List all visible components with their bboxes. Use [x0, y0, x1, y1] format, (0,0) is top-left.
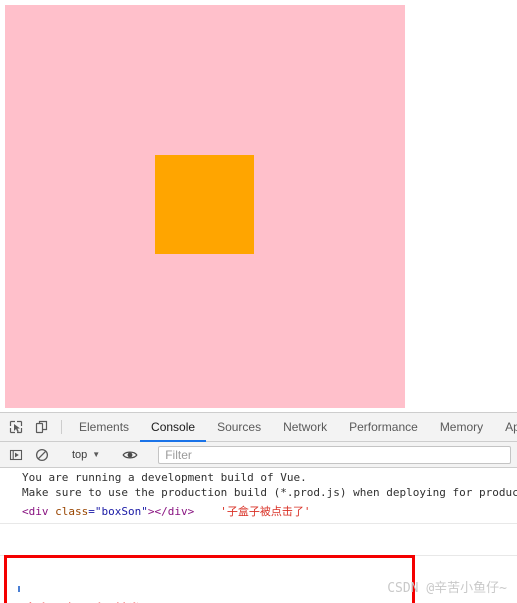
- tab-sources[interactable]: Sources: [206, 413, 272, 442]
- parent-pink-box[interactable]: [5, 5, 405, 408]
- tab-elements[interactable]: Elements: [68, 413, 140, 442]
- console-caret: [18, 586, 20, 592]
- console-output-area[interactable]: You are running a development build of V…: [0, 468, 517, 603]
- console-empty-row: [0, 524, 517, 556]
- element-closing-tag: </div>: [154, 505, 195, 518]
- filter-placeholder: Filter: [165, 447, 192, 462]
- live-expression-icon[interactable]: [117, 448, 143, 462]
- tab-application[interactable]: Ap: [494, 413, 517, 442]
- tab-performance[interactable]: Performance: [338, 413, 429, 442]
- element-attr-name: class: [48, 505, 89, 518]
- child-orange-box[interactable]: [155, 155, 254, 254]
- toolbar-divider: [61, 420, 62, 434]
- execute-sidebar-icon[interactable]: [3, 448, 29, 462]
- element-tag-open: <div: [22, 505, 49, 518]
- watermark: CSDN @辛苦小鱼仔~: [387, 581, 507, 596]
- console-warning-message: You are running a development build of V…: [0, 468, 517, 500]
- annotation-highlight-box: [4, 555, 415, 603]
- console-filter-toolbar: top ▼ Filter: [0, 442, 517, 468]
- device-toolbar-icon[interactable]: [29, 413, 55, 441]
- tab-network[interactable]: Network: [272, 413, 338, 442]
- tab-console[interactable]: Console: [140, 413, 207, 442]
- warning-line-1: You are running a development build of V…: [22, 471, 307, 484]
- chevron-down-icon: ▼: [92, 450, 101, 459]
- console-filter-input[interactable]: Filter: [158, 445, 511, 464]
- console-log-entry[interactable]: <div class="boxSon"></div> '子盒子被点击了': [0, 500, 517, 524]
- element-attr-value: ="boxSon": [88, 505, 148, 518]
- devtools-tabbar: Elements Console Sources Network Perform…: [0, 413, 517, 442]
- devtools-panel: Elements Console Sources Network Perform…: [0, 412, 517, 603]
- warning-line-2: Make sure to use the production build (*…: [22, 486, 517, 499]
- logged-string-value: '子盒子被点击了': [220, 505, 311, 518]
- tab-memory[interactable]: Memory: [429, 413, 494, 442]
- clear-console-icon[interactable]: [29, 448, 55, 462]
- console-context-label: top: [72, 448, 88, 461]
- inspect-element-icon[interactable]: [3, 413, 29, 441]
- console-context-selector[interactable]: top ▼: [68, 449, 104, 461]
- browser-page-viewport: [0, 0, 517, 412]
- annotation-text: 点击子盒子时，触发e.stopPropagation(): [24, 599, 290, 603]
